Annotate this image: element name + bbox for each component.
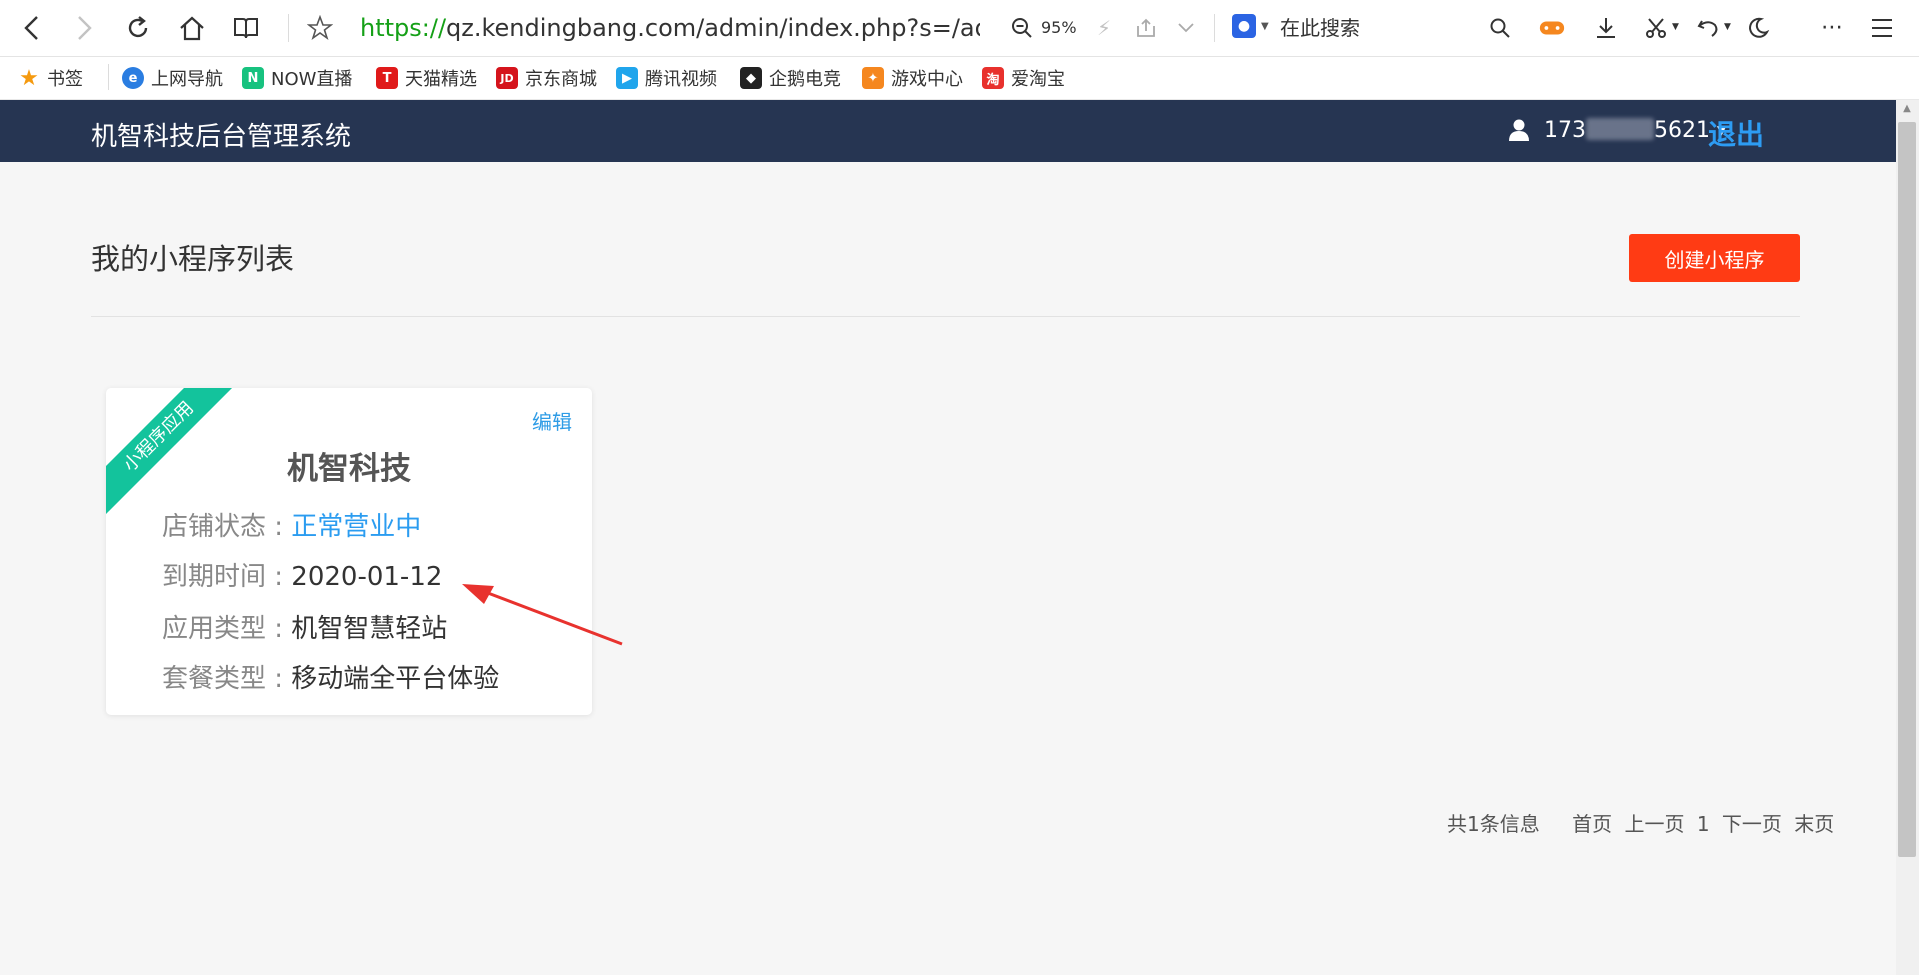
url-protocol: https://: [360, 14, 447, 42]
prev-page-link[interactable]: 上一页: [1624, 812, 1684, 836]
next-page-link[interactable]: 下一页: [1722, 812, 1782, 836]
bookmark-item[interactable]: ✦ 游戏中心: [862, 66, 963, 90]
share-icon[interactable]: [1132, 14, 1160, 42]
gamepad-icon[interactable]: [1538, 14, 1566, 42]
url-text: qz.kendingbang.com/admin/index.php?s=/ad…: [446, 14, 980, 42]
edit-link[interactable]: 编辑: [532, 406, 572, 435]
back-icon[interactable]: [18, 14, 46, 42]
pagination: 共1条信息 首页 上一页 1 下一页 末页: [1447, 808, 1840, 837]
tencent-video-icon: ▶: [616, 67, 638, 89]
engine-dropdown-icon[interactable]: ▼: [1261, 21, 1269, 32]
search-icon[interactable]: [1486, 14, 1514, 42]
night-mode-icon[interactable]: [1744, 14, 1772, 42]
annotation-arrow-icon: [462, 584, 623, 646]
user-account-menu[interactable]: 173 5621 ▼: [1544, 118, 1726, 143]
bookmark-item[interactable]: N NOW直播: [242, 66, 352, 90]
last-page-link[interactable]: 末页: [1794, 812, 1834, 836]
bookmarks-bar: ★ 书签 e 上网导航 N NOW直播 T 天猫精选 JD 京东商城 ▶ 腾讯视…: [0, 57, 1919, 100]
expiry-date-value: 2020-01-12: [291, 562, 443, 592]
bookmark-item[interactable]: e 上网导航: [122, 66, 223, 90]
more-icon[interactable]: ⋯: [1818, 14, 1846, 42]
browser-toolbar: https://qz.kendingbang.com/admin/index.p…: [0, 0, 1919, 57]
logout-link[interactable]: 退出: [1708, 113, 1764, 153]
store-status-row: 店铺状态 : 正常营业中: [162, 512, 422, 542]
game-center-icon: ✦: [862, 67, 884, 89]
ai-taobao-icon: 淘: [982, 67, 1004, 89]
undo-icon[interactable]: [1694, 14, 1722, 42]
current-page: 1: [1696, 812, 1710, 836]
reload-icon[interactable]: [124, 14, 152, 42]
address-bar[interactable]: https://qz.kendingbang.com/admin/index.p…: [360, 13, 980, 43]
now-live-icon: N: [242, 67, 264, 89]
reader-icon[interactable]: [232, 14, 260, 42]
bookmark-item[interactable]: T 天猫精选: [376, 66, 477, 90]
create-miniprogram-button[interactable]: 创建小程序: [1629, 234, 1800, 282]
first-page-link[interactable]: 首页: [1572, 812, 1612, 836]
baidu-paw-icon[interactable]: ●: [1232, 14, 1256, 38]
download-icon[interactable]: [1592, 14, 1620, 42]
zoom-level: 95%: [1041, 18, 1077, 37]
chevron-down-icon[interactable]: [1172, 14, 1200, 42]
scrollbar-thumb[interactable]: [1898, 122, 1916, 857]
undo-dropdown-icon[interactable]: ▼: [1724, 22, 1731, 32]
jd-icon: JD: [496, 67, 518, 89]
app-title: 机智科技后台管理系统: [91, 122, 352, 152]
menu-icon[interactable]: [1868, 14, 1896, 42]
ie-icon: e: [122, 67, 144, 89]
scroll-up-arrow-icon[interactable]: ▲: [1900, 103, 1914, 117]
home-icon[interactable]: [178, 14, 206, 42]
package-type-row: 套餐类型 : 移动端全平台体验: [162, 664, 500, 694]
user-icon: [1509, 119, 1529, 141]
store-status-value: 正常营业中: [291, 512, 422, 542]
masked-digits: [1586, 118, 1654, 140]
scissors-dropdown-icon[interactable]: ▼: [1672, 22, 1679, 32]
zoom-icon[interactable]: [1008, 14, 1036, 42]
favorite-star-icon[interactable]: [306, 14, 334, 42]
expiry-date-row: 到期时间 : 2020-01-12: [162, 562, 443, 592]
search-input[interactable]: 在此搜索: [1280, 12, 1560, 44]
tmall-icon: T: [376, 67, 398, 89]
app-type-value: 机智智慧轻站: [291, 614, 448, 644]
forward-icon[interactable]: [70, 14, 98, 42]
total-count: 共1条信息: [1447, 812, 1540, 836]
page-title: 我的小程序列表: [91, 242, 295, 276]
app-header: 机智科技后台管理系统 173 5621 ▼ 退出: [0, 100, 1896, 162]
bookmark-item[interactable]: ◆ 企鹅电竞: [740, 66, 841, 90]
bookmark-item[interactable]: ★ 书签: [18, 65, 83, 91]
divider: [91, 316, 1800, 317]
card-title: 机智科技: [287, 451, 411, 487]
bookmark-star-icon: ★: [19, 65, 39, 91]
penguin-esports-icon: ◆: [740, 67, 762, 89]
app-type-row: 应用类型 : 机智智慧轻站: [162, 614, 448, 644]
bookmark-item[interactable]: ▶ 腾讯视频: [616, 66, 717, 90]
bookmark-item[interactable]: 淘 爱淘宝: [982, 66, 1065, 90]
scissors-icon[interactable]: [1642, 14, 1670, 42]
bookmark-item[interactable]: JD 京东商城: [496, 66, 597, 90]
lightning-icon[interactable]: ⚡: [1090, 14, 1118, 42]
